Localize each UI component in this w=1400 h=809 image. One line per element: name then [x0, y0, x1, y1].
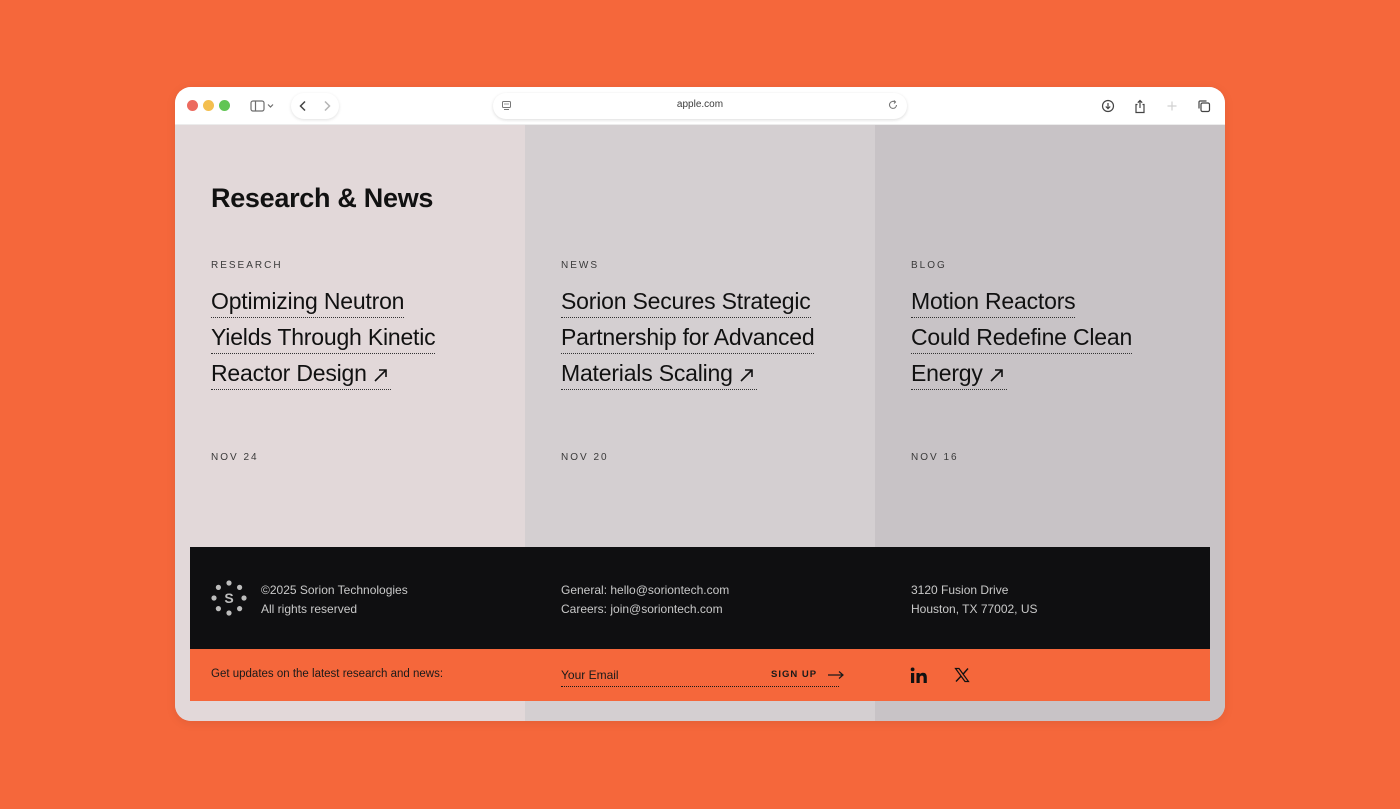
headline-line: Sorion Secures Strategic — [561, 285, 811, 318]
headline-line-text: Materials Scaling — [561, 360, 733, 386]
downloads-button[interactable] — [1097, 95, 1119, 117]
x-logo-icon — [954, 667, 970, 683]
forward-button[interactable] — [322, 100, 332, 112]
plus-icon — [1167, 101, 1177, 111]
careers-email-link[interactable]: Careers: join@soriontech.com — [561, 600, 729, 619]
sign-up-label: SIGN UP — [771, 669, 818, 680]
share-icon — [1135, 99, 1145, 113]
sidebar-toggle-button[interactable] — [247, 96, 279, 116]
site-footer: S ©2025 Sorion Technologies All rights r… — [190, 547, 1210, 649]
headline-line: Motion Reactors — [911, 285, 1076, 318]
page-title: Research & News — [211, 183, 434, 213]
article-headline-link[interactable]: Sorion Secures Strategic Partnership for… — [561, 285, 815, 393]
article-headline-link[interactable]: Motion Reactors Could Redefine Clean Ene… — [911, 285, 1132, 393]
linkedin-icon — [910, 667, 927, 683]
logo-letter: S — [224, 590, 233, 606]
headline-line: Yields Through Kinetic — [211, 321, 436, 354]
new-tab-button[interactable] — [1161, 95, 1183, 117]
close-window-button[interactable] — [187, 100, 198, 111]
email-underline — [561, 686, 839, 687]
arrow-right-icon — [828, 670, 844, 679]
sign-up-button[interactable]: SIGN UP — [771, 669, 845, 680]
navigation-buttons — [291, 93, 339, 119]
article-date: NOV 24 — [211, 452, 259, 463]
share-button[interactable] — [1129, 95, 1151, 117]
headline-line: Optimizing Neutron — [211, 285, 404, 318]
address-block: 3120 Fusion Drive Houston, TX 77002, US — [911, 581, 1038, 619]
minimize-window-button[interactable] — [203, 100, 214, 111]
headline-line: Energy — [911, 357, 1007, 390]
chevron-right-icon — [324, 100, 331, 112]
address-url: apple.com — [676, 99, 724, 110]
email-input[interactable] — [561, 665, 761, 685]
back-button[interactable] — [298, 100, 308, 112]
sorion-logo-icon[interactable]: S — [210, 579, 248, 617]
browser-toolbar: apple.com — [175, 87, 1225, 125]
article-category: RESEARCH — [211, 260, 283, 271]
linkedin-link[interactable] — [910, 667, 928, 684]
article-headline-link[interactable]: Optimizing Neutron Yields Through Kineti… — [211, 285, 436, 393]
general-email-link[interactable]: General: hello@soriontech.com — [561, 581, 729, 600]
toolbar-actions — [1097, 93, 1215, 119]
newsletter-bar: Get updates on the latest research and n… — [190, 649, 1210, 701]
headline-line: Partnership for Advanced — [561, 321, 815, 354]
copyright-block: ©2025 Sorion Technologies All rights res… — [261, 581, 408, 619]
arrow-up-right-icon — [740, 369, 753, 382]
arrow-up-right-icon — [374, 369, 387, 382]
download-icon — [1101, 99, 1115, 113]
street-address: 3120 Fusion Drive — [911, 583, 1009, 597]
city-address: Houston, TX 77002, US — [911, 602, 1038, 616]
rights-text: All rights reserved — [261, 602, 358, 616]
article-category: BLOG — [911, 260, 947, 271]
headline-line: Materials Scaling — [561, 357, 757, 390]
copyright-text: ©2025 Sorion Technologies — [261, 583, 408, 597]
contact-block: General: hello@soriontech.com Careers: j… — [561, 581, 729, 619]
x-twitter-link[interactable] — [954, 667, 970, 683]
article-date: NOV 16 — [911, 452, 959, 463]
headline-line: Could Redefine Clean — [911, 321, 1132, 354]
reload-icon[interactable] — [887, 99, 899, 111]
chevron-left-icon — [299, 100, 306, 112]
tab-overview-button[interactable] — [1193, 95, 1215, 117]
headline-line-text: Reactor Design — [211, 360, 367, 386]
article-date: NOV 20 — [561, 452, 609, 463]
headline-line-text: Energy — [911, 360, 983, 386]
headline-line: Reactor Design — [211, 357, 391, 390]
article-category: NEWS — [561, 260, 599, 271]
browser-window: apple.com Research & News RESEARCH Optim… — [175, 87, 1225, 721]
arrow-up-right-icon — [990, 369, 1003, 382]
newsletter-label: Get updates on the latest research and n… — [211, 668, 444, 680]
zoom-window-button[interactable] — [219, 100, 230, 111]
address-bar[interactable]: apple.com — [493, 93, 907, 119]
sidebar-icon — [250, 100, 274, 112]
tabs-overview-icon — [1198, 100, 1211, 113]
